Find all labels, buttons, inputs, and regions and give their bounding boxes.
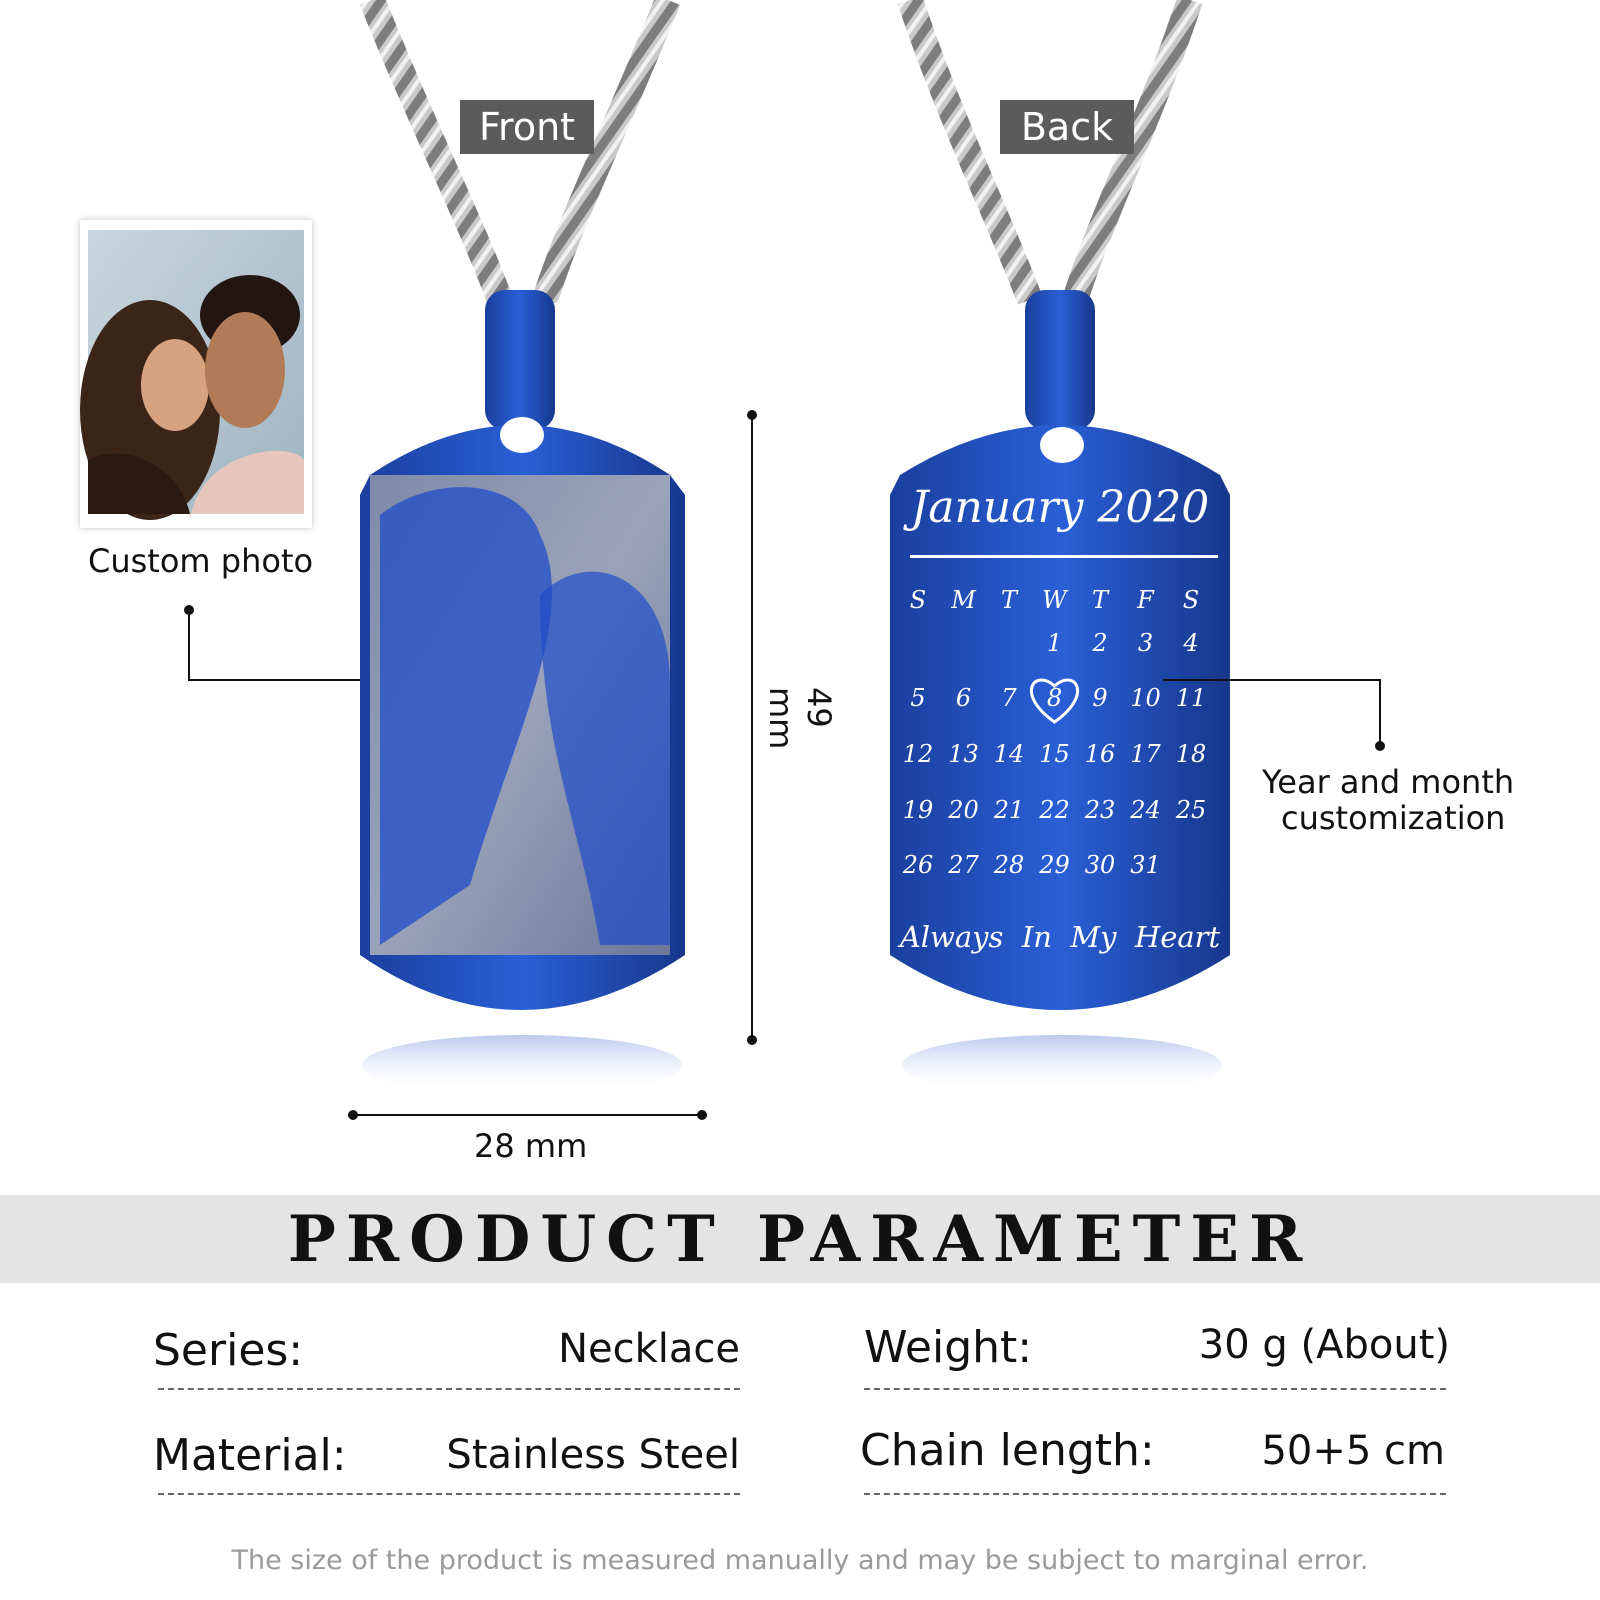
- back-pendant: January 2020 S M T W T F S1 2 3 45 6 7 8 9 10 1112 13 14 1…: [890, 290, 1230, 1095]
- calendar-day: 7: [1001, 684, 1017, 712]
- weight-value: 30 g (About): [1198, 1322, 1450, 1368]
- width-dim-label: 28 mm: [474, 1127, 588, 1165]
- customization-label-line2: customization: [1281, 799, 1506, 837]
- calendar-day: 31: [1130, 851, 1161, 879]
- front-tag: Front: [460, 100, 594, 154]
- chain-length-key: Chain length:: [860, 1425, 1155, 1476]
- calendar-day: 4: [1182, 629, 1198, 657]
- calendar-weekday: S: [1183, 586, 1199, 614]
- calendar-day: 10: [1130, 684, 1161, 712]
- material-key: Material:: [153, 1430, 347, 1481]
- calendar-day: 26: [902, 851, 934, 879]
- calendar-weekday: S: [910, 586, 926, 614]
- calendar-day: 22: [1038, 796, 1070, 824]
- calendar-weekday: T: [1001, 586, 1019, 614]
- calendar-weekday: F: [1136, 586, 1155, 614]
- calendar-day: 6: [956, 684, 971, 712]
- material-value: Stainless Steel: [446, 1432, 740, 1478]
- height-dim-label: 49 mm: [762, 687, 838, 750]
- calendar-day: 27: [947, 851, 979, 879]
- callout-line: [1163, 679, 1380, 681]
- calendar-weekday: M: [950, 586, 977, 614]
- calendar-day: 24: [1129, 796, 1161, 824]
- callout-line: [1379, 679, 1381, 744]
- series-key: Series:: [153, 1325, 304, 1376]
- front-pendant: [360, 290, 685, 1095]
- calendar-weekday: T: [1092, 586, 1110, 614]
- calendar-day: 25: [1175, 796, 1207, 824]
- calendar-day: 20: [947, 796, 979, 824]
- calendar-day: 11: [1176, 684, 1207, 712]
- calendar-day: 23: [1084, 796, 1116, 824]
- calendar-day: 1: [1047, 629, 1062, 657]
- width-dim-line: [352, 1114, 702, 1116]
- calendar-day: 30: [1085, 851, 1116, 879]
- calendar-day: 2: [1091, 629, 1107, 657]
- calendar-day: 19: [903, 796, 934, 824]
- calendar-day: 12: [903, 740, 934, 768]
- custom-photo-label: Custom photo: [88, 542, 314, 580]
- width-dim-dot-right: [697, 1110, 707, 1120]
- calendar-day: 28: [993, 851, 1025, 879]
- callout-line: [188, 610, 190, 680]
- calendar-day: 15: [1039, 740, 1070, 768]
- param-divider: [158, 1388, 740, 1390]
- calendar-day: 14: [994, 740, 1025, 768]
- calendar-day: 5: [910, 684, 925, 712]
- param-divider: [864, 1388, 1446, 1390]
- calendar-day: 13: [948, 740, 979, 768]
- param-divider: [864, 1493, 1446, 1495]
- calendar-day: 16: [1085, 740, 1116, 768]
- calendar-day: 17: [1130, 740, 1161, 768]
- chain-length-value: 50+5 cm: [1261, 1428, 1445, 1474]
- calendar-day: 29: [1038, 851, 1070, 879]
- calendar-day: 3: [1138, 629, 1153, 657]
- calendar-day: 18: [1176, 740, 1207, 768]
- custom-photo-sample: [80, 220, 312, 528]
- measurement-footnote: The size of the product is measured manu…: [231, 1545, 1369, 1576]
- calendar-day: 21: [993, 796, 1025, 824]
- calendar-day: 8: [1047, 684, 1062, 712]
- param-divider: [158, 1493, 740, 1495]
- calendar-weekday: W: [1042, 586, 1069, 614]
- height-dim-line: [751, 414, 753, 1039]
- customization-label-line1: Year and month: [1262, 763, 1515, 801]
- weight-key: Weight:: [864, 1322, 1033, 1373]
- calendar-motto: Always In My Heart: [897, 920, 1221, 954]
- banner-title: PRODUCT PARAMETER: [287, 1201, 1313, 1277]
- series-value: Necklace: [558, 1326, 740, 1372]
- product-parameter-banner: PRODUCT PARAMETER: [0, 1195, 1600, 1283]
- callout-dot: [1375, 741, 1385, 751]
- calendar-title: January 2020: [903, 482, 1210, 533]
- calendar-day: 9: [1092, 684, 1107, 712]
- height-dim-dot-bottom: [747, 1035, 757, 1045]
- back-tag: Back: [1000, 100, 1134, 154]
